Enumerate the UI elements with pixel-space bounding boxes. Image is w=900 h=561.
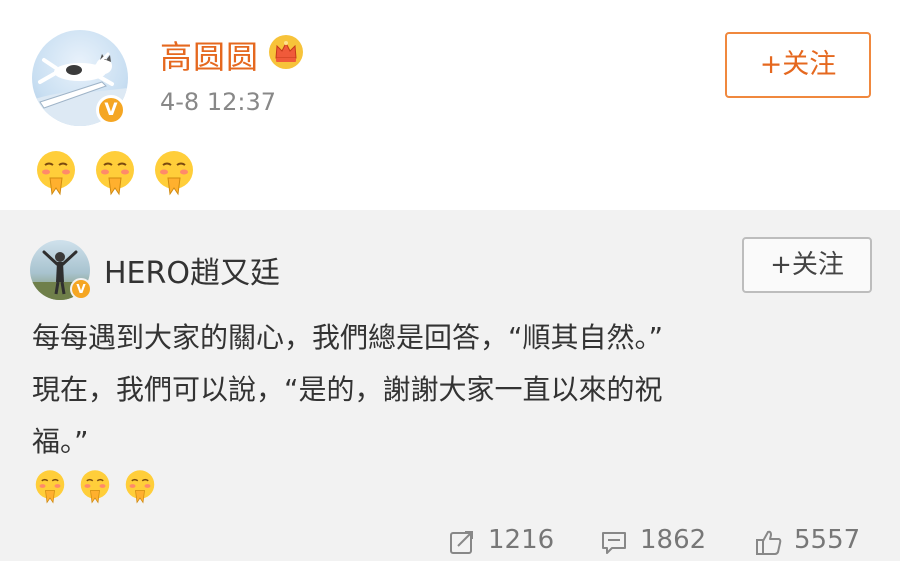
repost-action[interactable]: 1216 — [448, 524, 568, 560]
reposted-post[interactable]: V HERO趙又廷 +关注 每每遇到大家的關心，我們總是回答，“順其自然。” 現… — [0, 210, 900, 561]
comment-action[interactable]: 1862 — [600, 524, 720, 560]
pray-face-emoji-icon — [125, 470, 155, 504]
follow-button[interactable]: +关注 — [725, 32, 871, 98]
comment-count: 1862 — [640, 525, 707, 555]
verified-badge-icon: V — [96, 95, 126, 125]
post-timestamp[interactable]: 4-8 12:37 — [160, 88, 276, 116]
like-count: 5557 — [794, 525, 861, 555]
text-line: 每每遇到大家的關心，我們總是回答，“順其自然。” — [32, 321, 664, 354]
repost-icon — [450, 531, 473, 554]
repost-body: 每每遇到大家的關心，我們總是回答，“順其自然。” 現在，我們可以說，“是的，謝謝… — [32, 312, 862, 468]
crown-icon — [269, 35, 303, 69]
thumbs-up-icon — [756, 530, 782, 555]
like-action[interactable]: 5557 — [754, 524, 878, 560]
author-name[interactable]: 高圆圆 — [160, 32, 259, 78]
comment-icon — [602, 532, 626, 554]
text-line: 現在，我們可以說，“是的，謝謝大家一直以來的祝 — [32, 373, 663, 406]
pray-face-emoji-icon — [96, 151, 135, 196]
pray-face-emoji-icon — [37, 151, 75, 196]
repost-count: 1216 — [488, 525, 555, 555]
post-emoji-row — [32, 148, 204, 198]
pray-face-emoji-icon — [80, 470, 110, 504]
text-line: 福。” — [32, 425, 89, 458]
repost-emoji-row — [32, 468, 162, 506]
original-post: V 高圆圆 4-8 12:37 +关注 — [0, 0, 900, 210]
verified-badge-icon: V — [70, 278, 92, 300]
author-name[interactable]: HERO趙又廷 — [104, 248, 280, 292]
action-bar: 1216 1862 5557 — [448, 524, 878, 560]
pray-face-emoji-icon — [155, 151, 194, 196]
follow-button[interactable]: +关注 — [742, 237, 872, 293]
pray-face-emoji-icon — [35, 470, 65, 504]
